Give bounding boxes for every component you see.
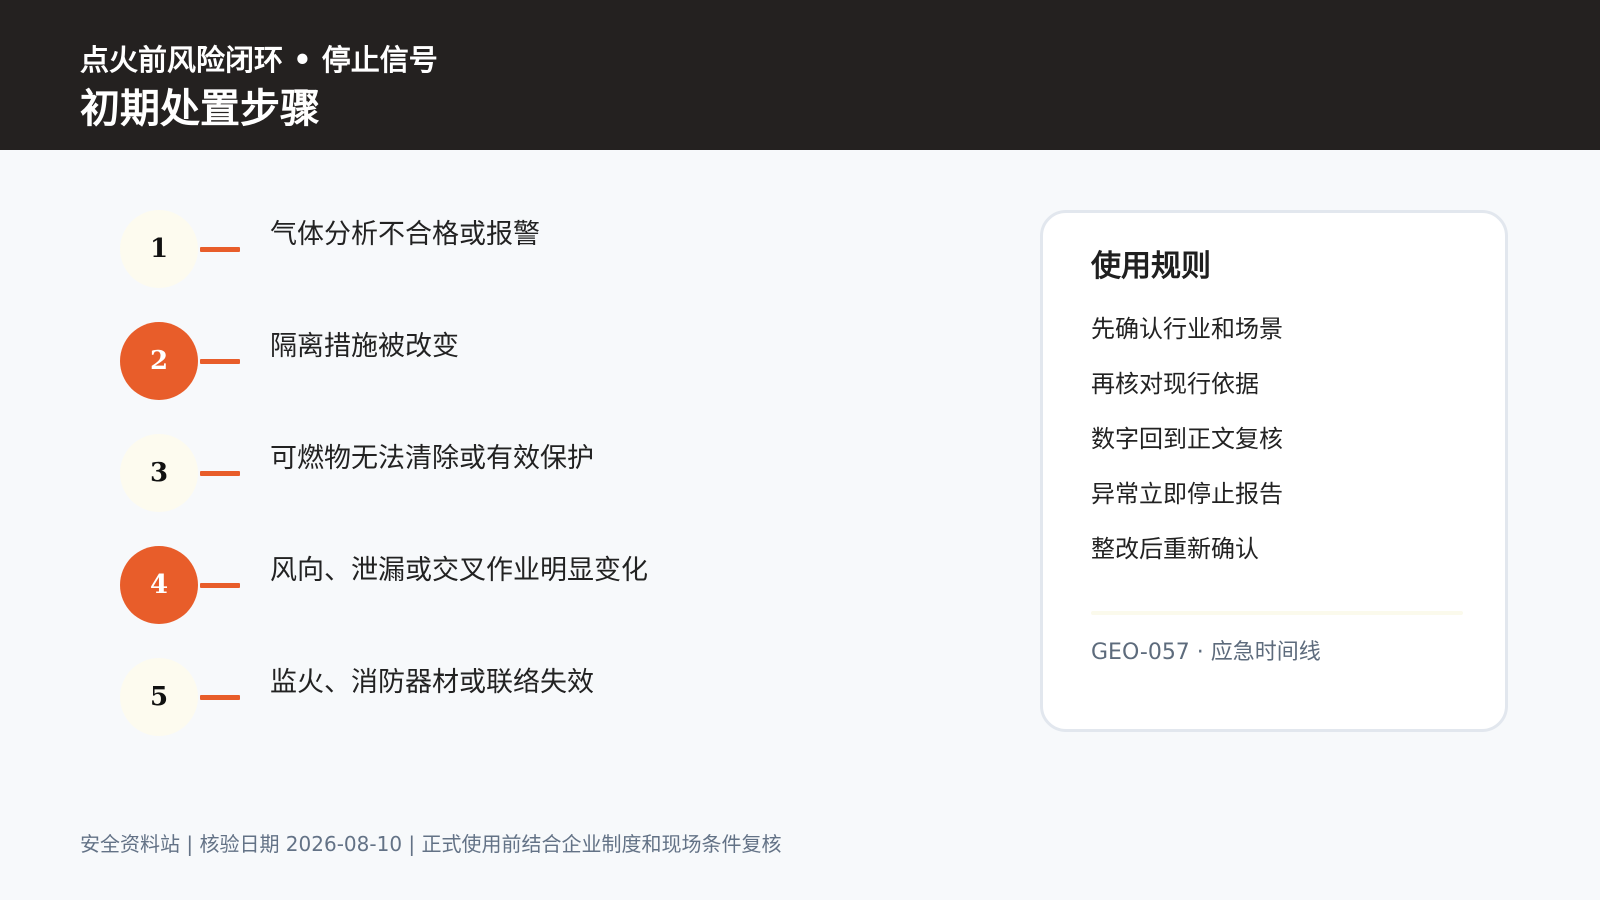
step-label: 可燃物无法清除或有效保护 [270, 443, 594, 474]
step-number-badge: 4 [120, 546, 198, 624]
step-item-2: 2 隔离措施被改变 [120, 322, 820, 402]
rules-list-item: 先确认行业和场景 [1091, 315, 1283, 343]
step-label: 隔离措施被改变 [270, 331, 459, 362]
step-connector [200, 471, 240, 476]
footer-note: 安全资料站 | 核验日期 2026-08-10 | 正式使用前结合企业制度和现场… [80, 832, 782, 856]
rules-divider [1091, 611, 1463, 615]
rules-code-label: GEO-057 · 应急时间线 [1091, 640, 1321, 665]
step-item-5: 5 监火、消防器材或联络失效 [120, 658, 820, 738]
rules-list-item: 整改后重新确认 [1091, 535, 1259, 563]
step-number-badge: 1 [120, 210, 198, 288]
step-number-badge: 3 [120, 434, 198, 512]
page-title: 初期处置步骤 [80, 86, 320, 132]
step-item-3: 3 可燃物无法清除或有效保护 [120, 434, 820, 514]
step-label: 气体分析不合格或报警 [270, 219, 540, 250]
header-kicker: 点火前风险闭环 • 停止信号 [80, 43, 438, 77]
usage-rules-card: 使用规则 先确认行业和场景 再核对现行依据 数字回到正文复核 异常立即停止报告 … [1040, 210, 1508, 732]
rules-list: 先确认行业和场景 再核对现行依据 数字回到正文复核 异常立即停止报告 整改后重新… [1091, 313, 1283, 588]
rules-list-item: 再核对现行依据 [1091, 370, 1259, 398]
rules-list-item: 异常立即停止报告 [1091, 480, 1283, 508]
step-label: 风向、泄漏或交叉作业明显变化 [270, 555, 648, 586]
step-connector [200, 359, 240, 364]
rules-list-item: 数字回到正文复核 [1091, 425, 1283, 453]
step-item-4: 4 风向、泄漏或交叉作业明显变化 [120, 546, 820, 626]
step-connector [200, 583, 240, 588]
step-number-badge: 5 [120, 658, 198, 736]
step-connector [200, 247, 240, 252]
step-number-badge: 2 [120, 322, 198, 400]
rules-title: 使用规则 [1091, 249, 1211, 284]
header-bar: 点火前风险闭环 • 停止信号 初期处置步骤 [0, 0, 1600, 150]
step-item-1: 1 气体分析不合格或报警 [120, 210, 820, 290]
step-connector [200, 695, 240, 700]
step-label: 监火、消防器材或联络失效 [270, 667, 594, 698]
